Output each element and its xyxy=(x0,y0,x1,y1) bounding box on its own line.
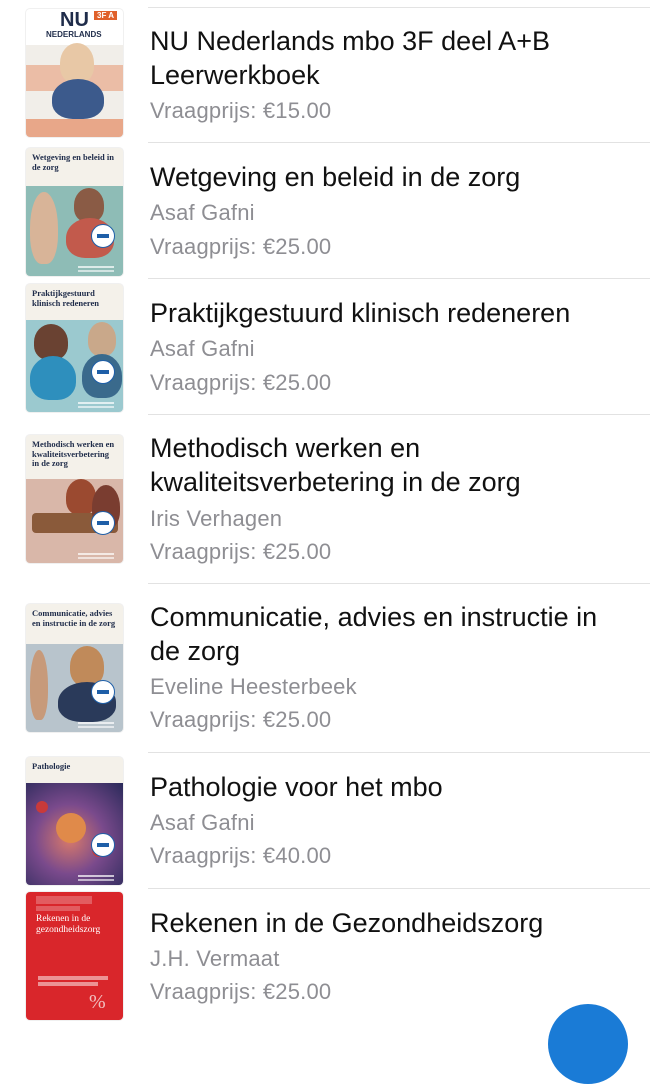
listing-price: Vraagprijs: €25.00 xyxy=(150,979,332,1004)
cover-badge-text: 3F A xyxy=(94,11,118,20)
list-item[interactable]: Communicatie, advies en instructie in de… xyxy=(0,584,650,753)
listing-title[interactable]: NU Nederlands mbo 3F deel A+B Leerwerkbo… xyxy=(150,24,630,92)
list-item[interactable]: NU 3F A NEDERLANDS NU Nederlands mbo 3F … xyxy=(0,0,650,143)
listing-price: Vraagprijs: €25.00 xyxy=(150,234,332,259)
listing-author: J.H. Vermaat xyxy=(150,946,280,971)
listing-title[interactable]: Communicatie, advies en instructie in de… xyxy=(150,600,630,668)
book-cover-image: NU 3F A NEDERLANDS xyxy=(26,9,123,137)
cover-subtitle-text: NEDERLANDS xyxy=(46,30,102,39)
list-item[interactable]: Methodisch werken en kwaliteitsverbeteri… xyxy=(0,415,650,584)
listing-author: Asaf Gafni xyxy=(150,200,255,225)
book-cover-image: Methodisch werken en kwaliteitsverbeteri… xyxy=(26,435,123,563)
list-item[interactable]: Praktijkgestuurd klinisch redeneren Prak… xyxy=(0,279,650,415)
publisher-badge-icon xyxy=(91,680,115,704)
book-cover-image: Communicatie, advies en instructie in de… xyxy=(26,604,123,732)
listing-title[interactable]: Pathologie voor het mbo xyxy=(150,770,630,804)
cover-title-text: NU xyxy=(60,9,89,31)
list-item[interactable]: Wetgeving en beleid in de zorg Wetgeving… xyxy=(0,143,650,279)
book-cover-image: Pathologie xyxy=(26,757,123,885)
cover-title-text: Pathologie xyxy=(32,761,71,771)
cover-title-text: Rekenen in de gezondheidszorg xyxy=(36,914,101,935)
floating-action-button[interactable] xyxy=(548,1004,628,1084)
listing-author: Iris Verhagen xyxy=(150,506,283,531)
listing-title[interactable]: Rekenen in de Gezondheidszorg xyxy=(150,906,630,940)
cover-title-text: Communicatie, advies en instructie in de… xyxy=(32,608,116,628)
listing-title[interactable]: Wetgeving en beleid in de zorg xyxy=(150,160,630,194)
book-cover-image: Wetgeving en beleid in de zorg xyxy=(26,148,123,276)
publisher-badge-icon xyxy=(91,833,115,857)
list-item[interactable]: Pathologie Pathologie voor het mbo Asaf … xyxy=(0,753,650,889)
book-cover-image: Rekenen in de gezondheidszorg % xyxy=(26,892,123,1020)
cover-title-text: Praktijkgestuurd klinisch redeneren xyxy=(32,288,99,308)
cover-title-text: Wetgeving en beleid in de zorg xyxy=(32,152,114,172)
publisher-badge-icon xyxy=(91,360,115,384)
listing-price: Vraagprijs: €25.00 xyxy=(150,707,332,732)
listing-title[interactable]: Methodisch werken en kwaliteitsverbeteri… xyxy=(150,431,630,499)
listing-author: Eveline Heesterbeek xyxy=(150,674,357,699)
listing-author: Asaf Gafni xyxy=(150,336,255,361)
listing-price: Vraagprijs: €25.00 xyxy=(150,539,332,564)
listing-price: Vraagprijs: €15.00 xyxy=(150,98,332,123)
listing-author: Asaf Gafni xyxy=(150,810,255,835)
listing-price: Vraagprijs: €25.00 xyxy=(150,370,332,395)
list-item[interactable]: Rekenen in de gezondheidszorg % Rekenen … xyxy=(0,889,650,1024)
publisher-badge-icon xyxy=(91,224,115,248)
listing-price: Vraagprijs: €40.00 xyxy=(150,843,332,868)
percent-logo-icon: % xyxy=(89,991,106,1013)
book-cover-image: Praktijkgestuurd klinisch redeneren xyxy=(26,284,123,412)
publisher-badge-icon xyxy=(91,511,115,535)
cover-title-text: Methodisch werken en kwaliteitsverbeteri… xyxy=(32,439,115,468)
listing-title[interactable]: Praktijkgestuurd klinisch redeneren xyxy=(150,296,630,330)
